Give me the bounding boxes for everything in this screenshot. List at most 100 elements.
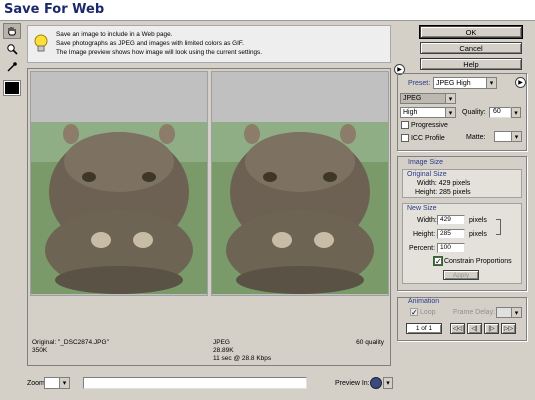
new-size-group: New Size Width: 429 pixels Height: 285 p… [402, 203, 522, 284]
original-size-group: Original Size Width: 429 pixels Height: … [402, 169, 522, 198]
frame-delay-select[interactable]: ▾ [496, 307, 522, 318]
icc-row[interactable]: ICC Profile [401, 134, 445, 142]
last-frame-icon: ▷▷ [503, 326, 514, 332]
frame-counter: 1 of 1 [406, 323, 442, 334]
preview-in-label: Preview In: [335, 380, 370, 387]
percent-input[interactable]: 100 [437, 243, 465, 253]
lightbulb-icon [34, 34, 48, 52]
zoom-select[interactable]: ▾ [44, 377, 70, 389]
chevron-down-icon: ▾ [445, 94, 455, 103]
height-label: Height: [413, 231, 436, 238]
eyedropper-icon [7, 62, 17, 72]
format-select[interactable]: JPEG ▾ [400, 93, 456, 104]
status-field [83, 377, 307, 389]
chevron-down-icon: ▾ [511, 308, 521, 317]
hint-box: Save an image to include in a Web page. … [27, 25, 391, 63]
height-input[interactable]: 285 [437, 229, 465, 239]
quality-input[interactable]: 60 [489, 107, 511, 118]
chevron-down-icon: ▾ [512, 108, 520, 117]
help-button[interactable]: Help [420, 58, 522, 70]
constrain-row[interactable]: Constrain Proportions [433, 256, 512, 266]
chevron-down-icon: ▾ [384, 378, 392, 388]
next-frame-icon: |▷ [488, 326, 495, 332]
optimized-preview[interactable] [211, 71, 389, 296]
original-filename: Original: "_DSC2874.JPG" [32, 339, 109, 346]
hand-tool-button[interactable] [3, 23, 21, 39]
constrain-checkbox[interactable] [433, 256, 443, 266]
constrain-label: Constrain Proportions [443, 257, 512, 265]
original-image [31, 122, 207, 294]
apply-button[interactable]: Apply [443, 270, 479, 280]
progressive-row[interactable]: Progressive [401, 121, 448, 129]
zoom-bar: Zoom: ▾ Preview In: ▾ [27, 376, 393, 392]
browser-icon[interactable] [370, 377, 382, 389]
settings-panel: Preset: JPEG High ▾ ▶ JPEG ▾ High ▾ Qual… [397, 73, 527, 151]
width-unit: pixels [469, 217, 487, 224]
chevron-down-icon: ▾ [59, 378, 69, 388]
eyedropper-tool-button[interactable] [3, 59, 21, 75]
optimized-quality: 60 quality [356, 339, 384, 346]
icc-profile-label: ICC Profile [410, 134, 445, 142]
format-value: JPEG [403, 95, 422, 102]
matte-label: Matte: [466, 134, 486, 141]
original-width: Width: 429 pixels [417, 180, 471, 187]
height-unit: pixels [469, 231, 487, 238]
zoom-tool-button[interactable] [3, 41, 21, 57]
quality-slider-button[interactable]: ▾ [511, 107, 521, 118]
hint-text: Save an image to include in a Web page. … [56, 30, 262, 57]
preview-area: Original: "_DSC2874.JPG" 350K JPEG 28.89… [27, 68, 391, 366]
hint-line: Save an image to include in a Web page. [56, 31, 173, 38]
frame-delay-label: Frame Delay: [453, 309, 496, 316]
optimized-image [212, 122, 388, 294]
quality-preset-select[interactable]: High ▾ [400, 107, 456, 118]
progressive-label: Progressive [410, 121, 448, 129]
animation-title: Animation [408, 298, 440, 305]
hint-line: The Image preview shows how image will l… [56, 49, 263, 56]
optimized-filesize: 28.89K [213, 347, 234, 354]
ok-button[interactable]: OK [419, 25, 523, 39]
original-filesize: 350K [32, 347, 48, 354]
prev-frame-icon: ◁| [471, 326, 478, 332]
first-frame-icon: ◁◁ [452, 326, 463, 332]
link-chain-icon [496, 219, 501, 235]
original-height: Height: 285 pixels [415, 189, 471, 196]
quality-preset-value: High [403, 109, 418, 116]
first-frame-button[interactable]: ◁◁ [450, 323, 465, 334]
optimized-info: JPEG 28.89K 11 sec @ 28.8 Kbps 60 qualit… [213, 339, 388, 363]
triangle-right-icon: ▶ [397, 67, 402, 73]
hand-icon [8, 27, 16, 36]
original-preview[interactable] [30, 71, 208, 296]
chevron-down-icon: ▾ [486, 78, 496, 88]
percent-label: Percent: [409, 245, 436, 252]
loop-row[interactable]: Loop [410, 308, 436, 316]
hint-line: Save photographs as JPEG and images with… [56, 40, 244, 47]
optimized-download-time: 11 sec @ 28.8 Kbps [213, 355, 272, 362]
magnifier-icon [7, 44, 18, 55]
loop-label: Loop [419, 308, 436, 316]
toolbox [3, 23, 23, 96]
animation-panel: Animation Loop Frame Delay: ▾ 1 of 1 ◁◁ … [397, 297, 527, 341]
new-size-title: New Size [407, 205, 437, 212]
last-frame-button[interactable]: ▷▷ [501, 323, 516, 334]
icc-profile-checkbox[interactable] [401, 134, 409, 142]
eyedropper-color-swatch[interactable] [3, 80, 21, 96]
image-size-title: Image Size [408, 159, 444, 166]
window-title: Save For Web [0, 0, 535, 21]
progressive-checkbox[interactable] [401, 121, 409, 129]
preview-browser-select[interactable]: ▾ [383, 377, 393, 389]
chevron-down-icon: ▾ [511, 132, 521, 141]
triangle-right-icon: ▶ [518, 80, 523, 86]
width-input[interactable]: 429 [437, 215, 465, 225]
preset-label: Preset: [408, 80, 431, 87]
cancel-button[interactable]: Cancel [420, 42, 522, 54]
preset-value: JPEG High [436, 79, 471, 87]
prev-frame-button[interactable]: ◁| [467, 323, 482, 334]
loop-checkbox[interactable] [410, 308, 418, 316]
width-label: Width: [417, 217, 437, 224]
chevron-down-icon: ▾ [445, 108, 455, 117]
original-size-title: Original Size [407, 171, 447, 178]
next-frame-button[interactable]: |▷ [484, 323, 499, 334]
matte-select[interactable]: ▾ [494, 131, 522, 142]
settings-menu-button[interactable]: ▶ [515, 77, 526, 88]
preset-select[interactable]: JPEG High ▾ [433, 77, 497, 89]
